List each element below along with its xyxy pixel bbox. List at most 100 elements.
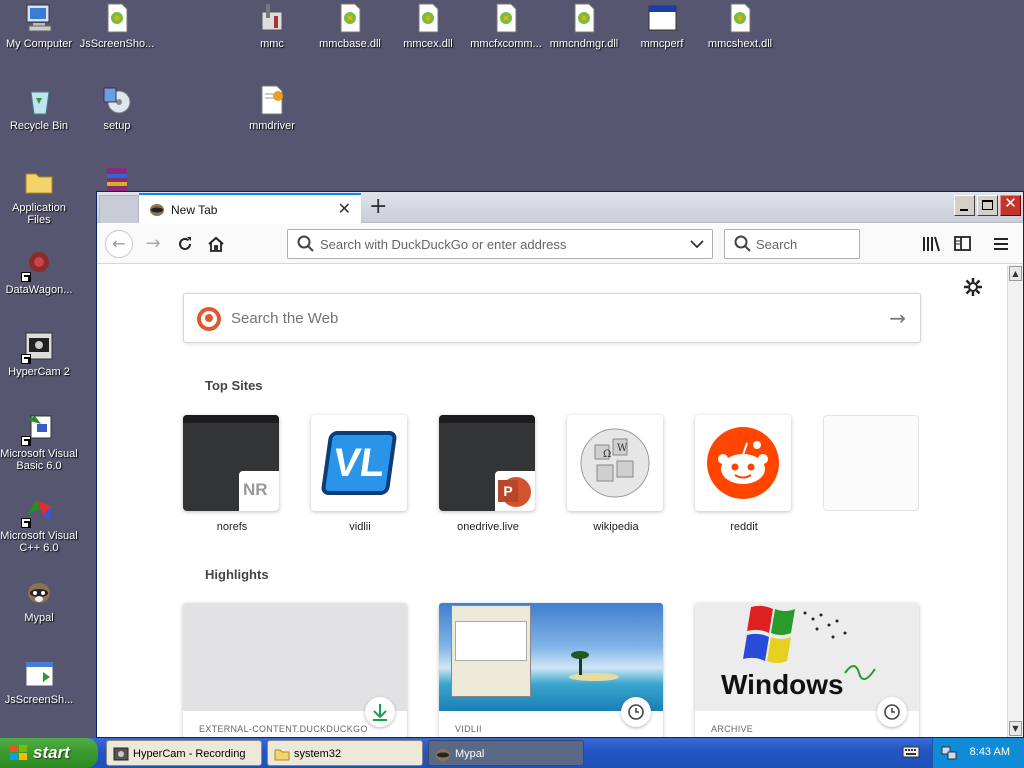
- taskbar-item-mypal[interactable]: Mypal: [428, 740, 584, 766]
- search-bar[interactable]: Search: [724, 229, 860, 259]
- desktop-icon-mypal[interactable]: Mypal: [0, 576, 78, 624]
- library-icon[interactable]: [921, 234, 941, 254]
- tab-close-icon[interactable]: ✕: [338, 199, 351, 219]
- desktop-icon-mmcndmgr-dll[interactable]: mmcndmgr.dll: [545, 2, 623, 50]
- window-app-icon: [646, 2, 678, 34]
- desktop-icon-jsscreenshot-2[interactable]: JsScreenSh...: [0, 658, 78, 706]
- top-site-empty-slot[interactable]: [823, 415, 921, 521]
- address-bar[interactable]: Search with DuckDuckGo or enter address: [287, 229, 713, 259]
- maximize-icon: [982, 200, 993, 210]
- arrow-right-icon: →: [145, 233, 161, 254]
- duckduckgo-icon: [197, 307, 221, 331]
- recycle-bin-icon: [23, 84, 55, 116]
- site-name: onedrive.live: [457, 521, 519, 533]
- settings-file-icon: [256, 84, 288, 116]
- top-site-norefs[interactable]: NR norefs: [183, 415, 281, 533]
- tool-icon: [256, 2, 288, 34]
- web-search-box[interactable]: Search the Web →: [183, 293, 921, 343]
- download-icon: [365, 697, 395, 727]
- reload-button[interactable]: [171, 230, 199, 258]
- network-icon[interactable]: [941, 745, 957, 761]
- shortcut-arrow-icon: [21, 436, 31, 446]
- taskbar-item-system32[interactable]: system32: [267, 740, 423, 766]
- site-thumbnail: [823, 415, 919, 511]
- mypal-raccoon-icon: [149, 202, 165, 216]
- desktop-icon-my-computer[interactable]: My Computer: [0, 2, 78, 50]
- desktop-icon-mmcex-dll[interactable]: mmcex.dll: [389, 2, 467, 50]
- shortcut-arrow-icon: [21, 272, 31, 282]
- scroll-down-icon[interactable]: ▼: [1009, 721, 1022, 736]
- folder-icon: [274, 749, 290, 761]
- minimize-icon: [960, 209, 968, 211]
- dll-file-icon: [334, 2, 366, 34]
- archive-icon: [101, 162, 133, 192]
- highlight-card-vidlii[interactable]: VIDLII: [439, 603, 663, 737]
- taskbar: start HyperCam - Recording system32 Mypa…: [0, 738, 1024, 768]
- top-site-vidlii[interactable]: VL vidlii: [311, 415, 409, 533]
- desktop-icon-mmcshext-dll[interactable]: mmcshext.dll: [701, 2, 779, 50]
- desktop-icon-mmcperf[interactable]: mmcperf: [623, 2, 701, 50]
- setup-icon: [101, 84, 133, 116]
- desktop-icon-mmcfxcomm[interactable]: mmcfxcomm...: [467, 2, 545, 50]
- tab-new-tab[interactable]: New Tab ✕: [139, 193, 361, 223]
- top-site-onedrive[interactable]: P onedrive.live: [439, 415, 537, 533]
- start-label: start: [33, 743, 70, 762]
- desktop-icon-jsscreenshot[interactable]: JsScreenSho...: [78, 2, 156, 50]
- desktop-icon-mmc[interactable]: mmc: [233, 2, 311, 50]
- taskbar-item-hypercam[interactable]: HyperCam - Recording: [106, 740, 262, 766]
- keyboard-icon[interactable]: [902, 745, 920, 759]
- desktop-icon-visual-basic[interactable]: Microsoft Visual Basic 6.0: [0, 412, 78, 472]
- datawagon-icon: [21, 248, 55, 282]
- home-button[interactable]: [202, 230, 230, 258]
- home-icon: [208, 236, 224, 252]
- desktop-icon-winrar[interactable]: [78, 162, 156, 192]
- desktop-icon-setup[interactable]: setup: [78, 84, 156, 132]
- desktop-icon-application-files[interactable]: Application Files: [0, 166, 78, 226]
- new-tab-page: Search the Web → Top Sites NR norefs VL …: [97, 265, 1007, 737]
- scroll-up-icon[interactable]: ▲: [1009, 266, 1022, 281]
- start-button[interactable]: start: [0, 738, 98, 768]
- top-site-reddit[interactable]: reddit: [695, 415, 793, 533]
- browser-window: New Tab ✕ + ✕ ← → Search with DuckDuckGo…: [96, 191, 1024, 738]
- desktop-icon-mmdriver[interactable]: mmdriver: [233, 84, 311, 132]
- site-thumbnail: [695, 415, 791, 511]
- site-name: vidlii: [349, 521, 371, 533]
- clock-icon: [877, 697, 907, 727]
- top-site-wikipedia[interactable]: ΩW wikipedia: [567, 415, 665, 533]
- desktop-icon-mmcbase-dll[interactable]: mmcbase.dll: [311, 2, 389, 50]
- search-icon: [297, 235, 314, 252]
- system-tray: 8:43 AM: [932, 738, 1024, 768]
- sidebar-icon[interactable]: [953, 234, 973, 254]
- search-icon: [734, 235, 751, 252]
- dll-file-icon: [724, 2, 756, 34]
- desktop-icon-datawagon[interactable]: DataWagon...: [0, 248, 78, 296]
- desktop-icon-visual-cpp[interactable]: Microsoft Visual C++ 6.0: [0, 494, 78, 554]
- forward-button[interactable]: →: [139, 230, 167, 258]
- file-icon: [101, 2, 133, 34]
- highlight-thumbnail: [439, 603, 663, 711]
- close-window-button[interactable]: ✕: [1000, 194, 1021, 216]
- gear-icon[interactable]: [963, 277, 983, 297]
- arrow-right-icon[interactable]: →: [889, 306, 906, 330]
- site-thumbnail: NR: [183, 415, 279, 511]
- dll-file-icon: [490, 2, 522, 34]
- address-placeholder: Search with DuckDuckGo or enter address: [320, 237, 567, 252]
- maximize-button[interactable]: [977, 195, 998, 216]
- vertical-scrollbar[interactable]: ▲ ▼: [1007, 265, 1023, 737]
- top-sites-heading: Top Sites: [205, 378, 263, 393]
- desktop-icon-hypercam[interactable]: HyperCam 2: [0, 330, 78, 378]
- visual-cpp-icon: [21, 494, 55, 528]
- menu-icon[interactable]: [991, 234, 1011, 254]
- new-tab-button[interactable]: +: [369, 194, 387, 219]
- reload-icon: [179, 237, 191, 250]
- powerpoint-icon: P: [495, 471, 535, 511]
- minimize-button[interactable]: [954, 195, 975, 216]
- highlight-card-duckduckgo[interactable]: EXTERNAL-CONTENT.DUCKDUCKGO — I...: [183, 603, 407, 737]
- highlight-card-archive[interactable]: Windows ARCHIVE: [695, 603, 919, 737]
- chevron-down-icon[interactable]: [690, 238, 704, 250]
- svg-text:Ω: Ω: [603, 449, 611, 460]
- back-button[interactable]: ←: [105, 230, 133, 258]
- window-controls: ✕: [954, 194, 1021, 216]
- shortcut-arrow-icon: [21, 354, 31, 364]
- desktop-icon-recycle-bin[interactable]: Recycle Bin: [0, 84, 78, 132]
